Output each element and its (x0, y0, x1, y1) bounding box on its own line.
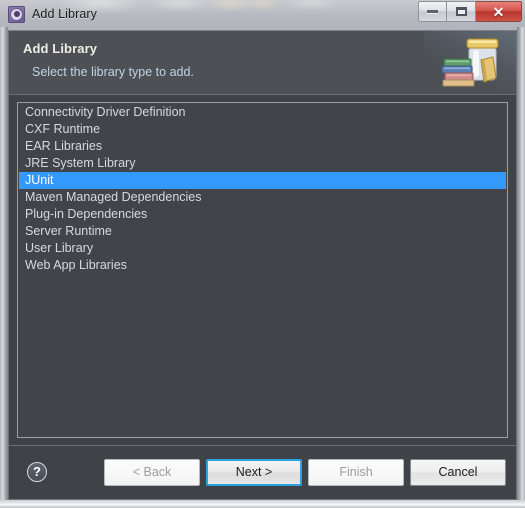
cancel-button[interactable]: Cancel (410, 459, 506, 486)
window-controls: ✕ (418, 1, 522, 22)
maximize-button[interactable] (447, 1, 476, 22)
add-library-dialog-window: Add Library ✕ Add Library Select the lib… (0, 0, 525, 508)
list-item[interactable]: EAR Libraries (19, 138, 506, 155)
dialog-banner: Add Library Select the library type to a… (9, 31, 516, 95)
list-item[interactable]: Server Runtime (19, 223, 506, 240)
dialog-button-bar: ? < Back Next > Finish Cancel (9, 445, 516, 499)
list-item[interactable]: JRE System Library (19, 155, 506, 172)
dialog-body: Add Library Select the library type to a… (8, 30, 517, 500)
minimize-icon (427, 10, 438, 13)
back-button[interactable]: < Back (104, 459, 200, 486)
list-item[interactable]: CXF Runtime (19, 121, 506, 138)
list-item[interactable]: Web App Libraries (19, 257, 506, 274)
window-frame-bottom (0, 500, 525, 508)
library-type-list[interactable]: Connectivity Driver Definition CXF Runtim… (17, 102, 508, 438)
window-frame-left (0, 27, 8, 508)
list-item[interactable]: Maven Managed Dependencies (19, 189, 506, 206)
library-jar-books-icon (441, 38, 499, 87)
close-icon: ✕ (492, 3, 505, 20)
list-item[interactable]: Plug-in Dependencies (19, 206, 506, 223)
maximize-icon (455, 7, 467, 16)
help-icon[interactable]: ? (27, 462, 47, 482)
close-button[interactable]: ✕ (476, 1, 522, 22)
list-item[interactable]: JUnit (19, 172, 506, 189)
gear-icon (8, 5, 25, 23)
library-type-list-items[interactable]: Connectivity Driver Definition CXF Runtim… (19, 104, 506, 436)
list-item[interactable]: User Library (19, 240, 506, 257)
wizard-buttons: < Back Next > Finish Cancel (104, 459, 506, 486)
next-button[interactable]: Next > (206, 459, 302, 486)
finish-button[interactable]: Finish (308, 459, 404, 486)
window-title: Add Library (32, 7, 98, 21)
list-item[interactable]: Connectivity Driver Definition (19, 104, 506, 121)
minimize-button[interactable] (418, 1, 447, 22)
window-frame-right (517, 27, 525, 508)
